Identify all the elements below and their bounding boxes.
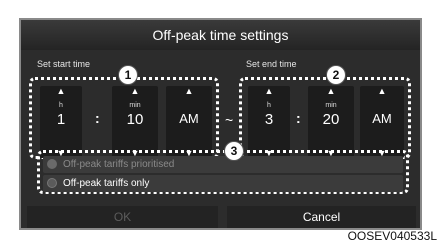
start-minute-spinner[interactable]: ▲ min 10 ▼ [112, 86, 158, 158]
end-minute-spinner[interactable]: ▲ min 20 ▼ [308, 86, 354, 158]
callout-3: 3 [224, 141, 244, 161]
start-ampm-up-icon[interactable]: ▲ [166, 86, 212, 96]
option-offpeak-only[interactable]: Off-peak tariffs only [43, 175, 403, 192]
dialog-window: Off-peak time settings Set start time Se… [19, 18, 422, 230]
end-time-group: ▲ h 3 ▼ : ▲ min 20 ▼ ▲ AM ▼ [239, 77, 411, 159]
option-offpeak-prioritised[interactable]: Off-peak tariffs prioritised [43, 156, 403, 173]
start-minute-unit: min [129, 102, 141, 109]
end-minute-value: 20 [322, 111, 340, 128]
radio-icon[interactable] [47, 159, 57, 169]
start-minute-value: 10 [126, 111, 144, 128]
start-time-label: Set start time [37, 59, 91, 69]
option-prioritised-label: Off-peak tariffs prioritised [63, 159, 175, 170]
end-hour-unit: h [267, 102, 271, 109]
start-time-group: ▲ h 1 ▼ : ▲ min 10 ▼ ▲ AM ▼ [29, 77, 219, 159]
start-hour-spinner[interactable]: ▲ h 1 ▼ [40, 86, 82, 158]
radio-icon[interactable] [47, 178, 57, 188]
end-minute-unit: min [325, 102, 337, 109]
end-hour-value: 3 [264, 111, 274, 128]
end-ampm-up-icon[interactable]: ▲ [360, 86, 404, 96]
end-colon: : [296, 110, 301, 126]
end-ampm-spinner[interactable]: ▲ AM ▼ [360, 86, 404, 158]
cancel-button[interactable]: Cancel [227, 206, 416, 228]
start-hour-up-icon[interactable]: ▲ [40, 86, 82, 96]
end-minute-up-icon[interactable]: ▲ [308, 86, 354, 96]
end-ampm-value: AM [372, 111, 392, 126]
end-hour-up-icon[interactable]: ▲ [248, 86, 290, 96]
start-hour-value: 1 [56, 111, 66, 128]
option-only-label: Off-peak tariffs only [63, 178, 150, 189]
dialog-title: Off-peak time settings [21, 20, 420, 50]
tariff-options-group: Off-peak tariffs prioritised Off-peak ta… [37, 150, 409, 194]
end-time-label: Set end time [246, 59, 297, 69]
ok-button[interactable]: OK [27, 206, 218, 228]
start-ampm-spinner[interactable]: ▲ AM ▼ [166, 86, 212, 158]
start-minute-up-icon[interactable]: ▲ [112, 86, 158, 96]
callout-1: 1 [118, 65, 138, 85]
figure-code: OOSEV040533L [347, 229, 437, 243]
range-separator: ~ [225, 112, 234, 128]
callout-2: 2 [326, 65, 346, 85]
start-hour-unit: h [59, 102, 63, 109]
start-colon: : [95, 110, 100, 126]
end-hour-spinner[interactable]: ▲ h 3 ▼ [248, 86, 290, 158]
start-ampm-value: AM [179, 111, 199, 126]
